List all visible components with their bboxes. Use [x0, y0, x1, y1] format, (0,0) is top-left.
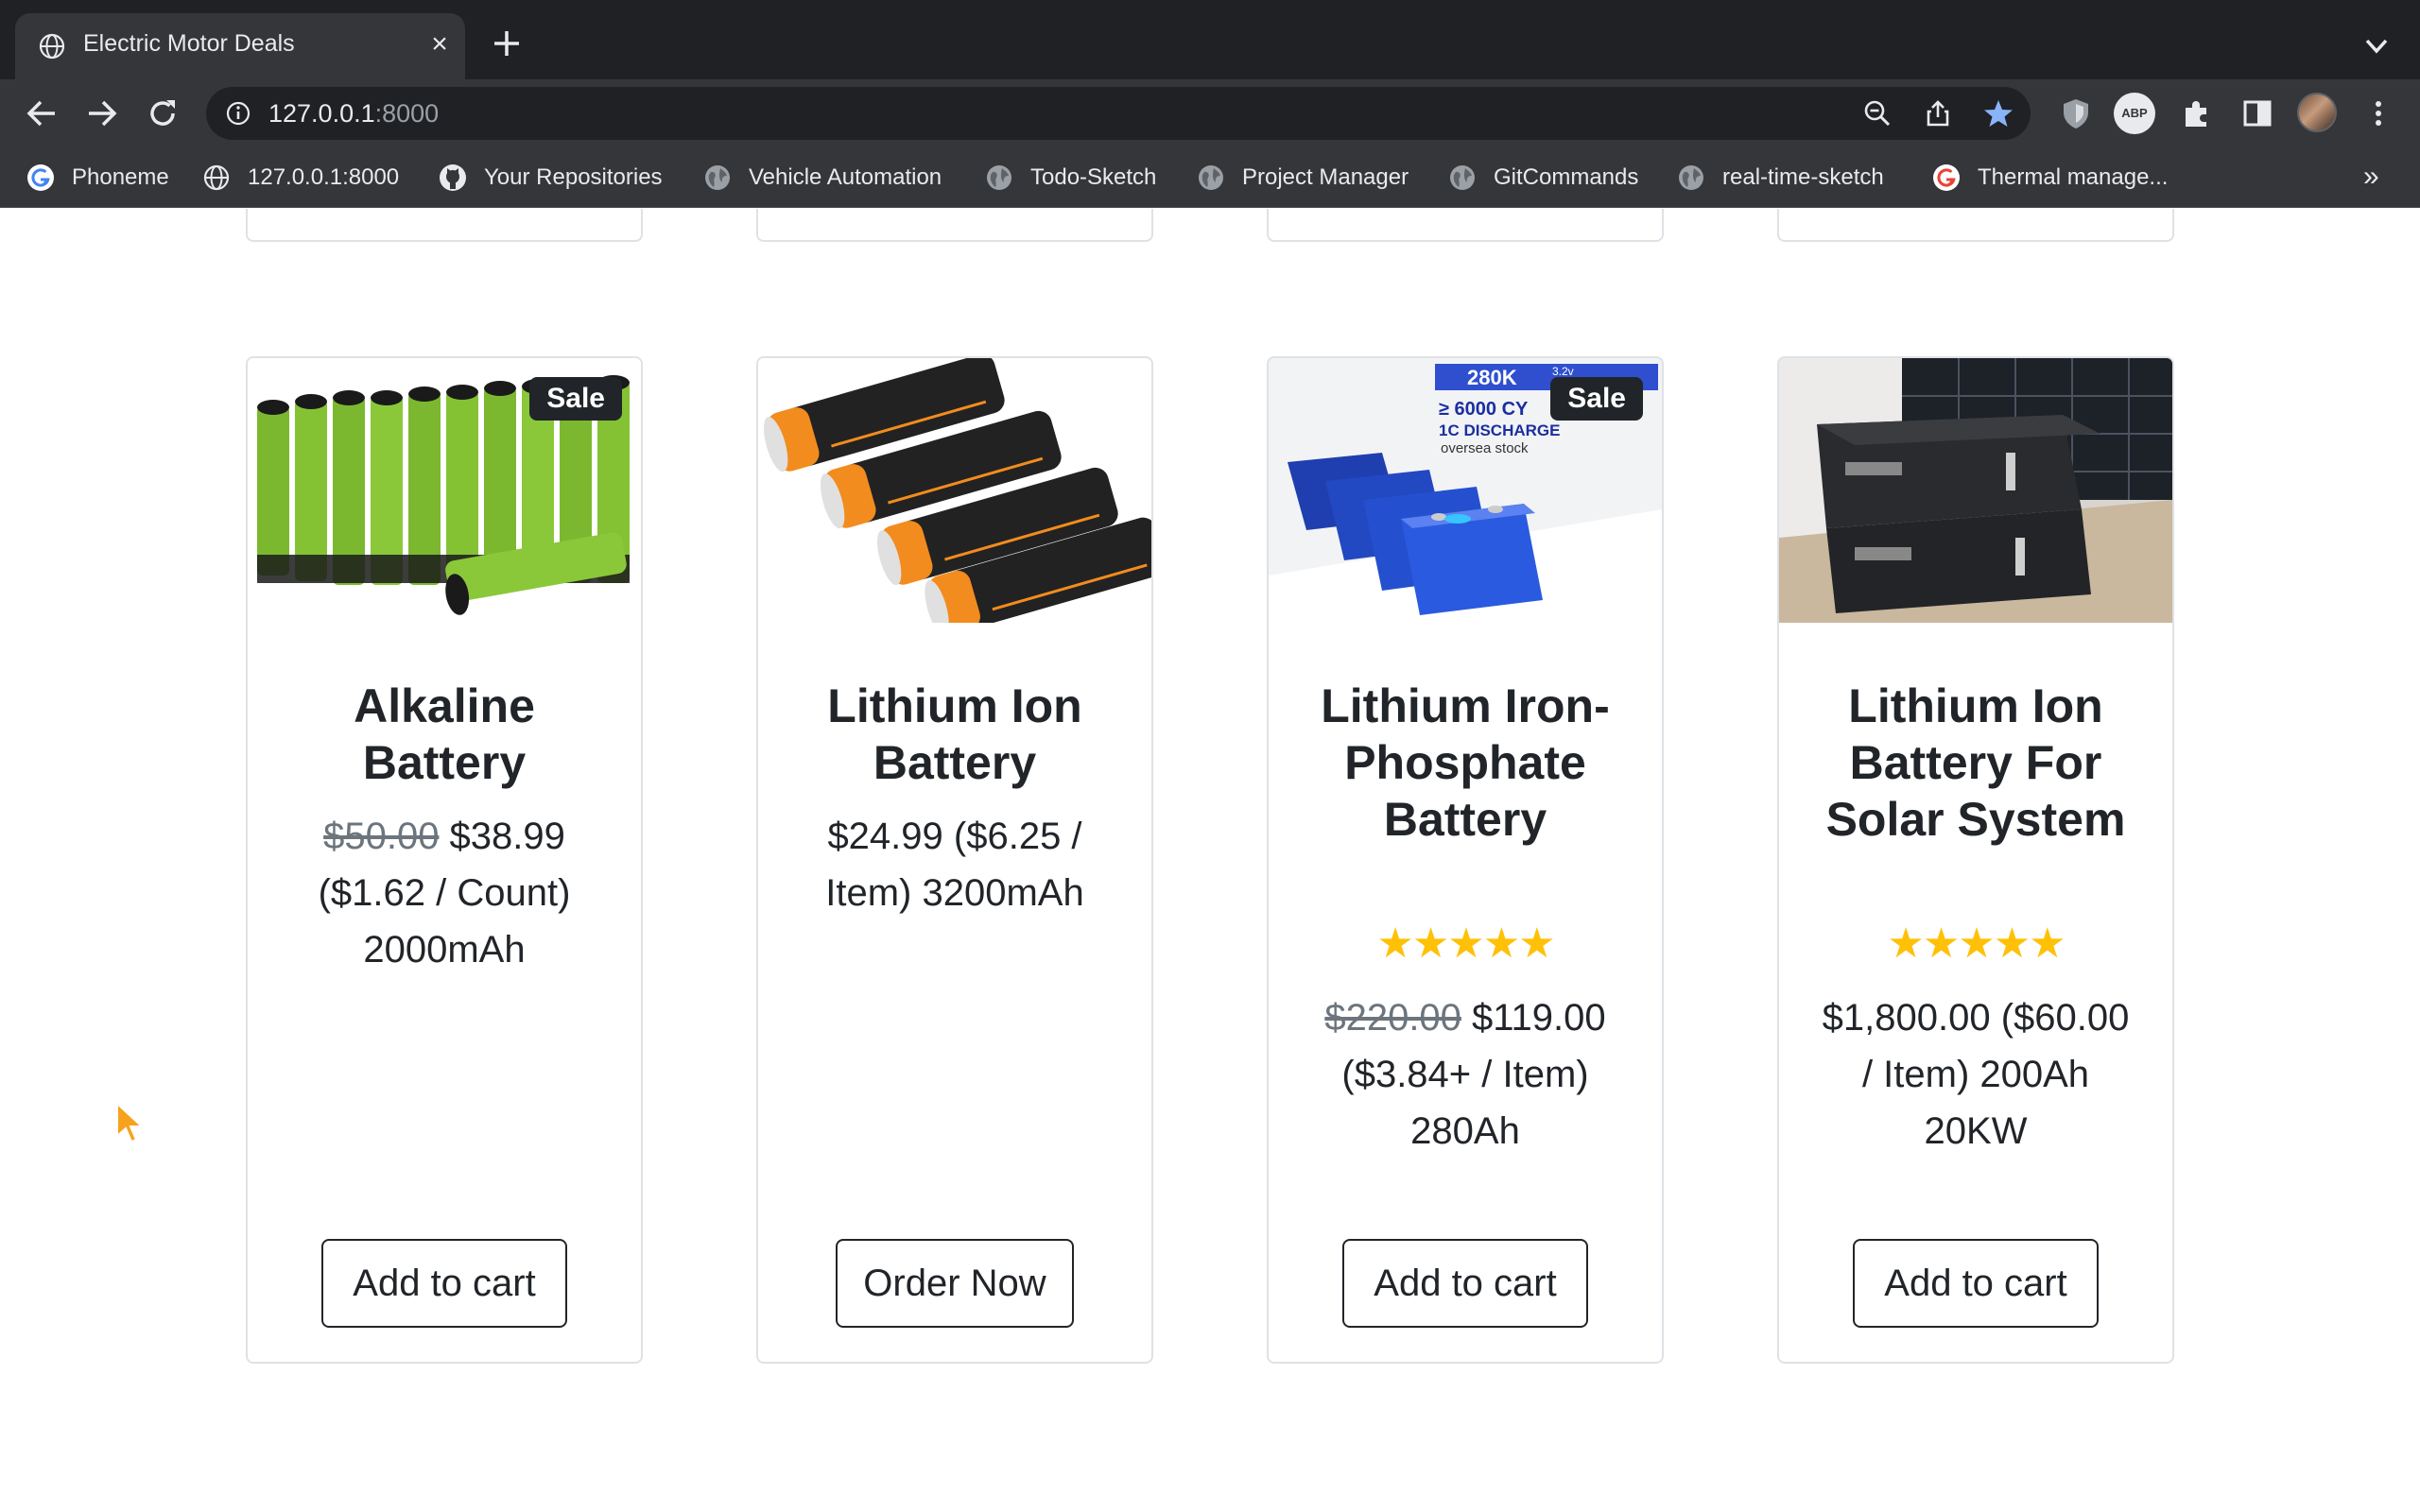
product-card: 280K 3.2v ≥ 6000 CY 1C DISCHARGE oversea… [1267, 356, 1664, 1364]
bookmark-label: 127.0.0.1:8000 [248, 164, 400, 190]
add-to-cart-button[interactable]: Add to cart [1342, 1239, 1588, 1328]
product-image-aa-batteries[interactable]: Sale [248, 358, 641, 623]
image-cycles-text: ≥ 6000 CY [1439, 399, 1529, 420]
globe-dark-icon [705, 165, 730, 190]
product-price: $1,800.00 ($60.00 / Item) 200Ah 20KW [1822, 997, 2130, 1152]
globe-dark-icon [1679, 165, 1703, 190]
side-panel-icon[interactable] [2240, 96, 2274, 130]
add-to-cart-button[interactable]: Add to cart [321, 1239, 567, 1328]
image-banner-text: 280K [1467, 366, 1517, 389]
page-content: Sale Alkaline Battery $50.00 $38.99 ($1.… [0, 209, 2420, 1512]
product-card: Lithium Ion Battery $24.99 ($6.25 / Item… [756, 356, 1153, 1364]
chevron-down-icon[interactable] [2360, 32, 2394, 60]
star-rating: ★★★★★ [1376, 920, 1555, 967]
product-image-cbjj-batteries[interactable] [758, 358, 1151, 623]
browser-toolbar: 127.0.0.1:8000 ABP [0, 79, 2420, 147]
url-host: 127.0.0.1 [268, 99, 375, 128]
bookmark-label: Phoneme [72, 164, 169, 190]
product-image-lifepo4-cells[interactable]: 280K 3.2v ≥ 6000 CY 1C DISCHARGE oversea… [1269, 358, 1662, 623]
product-image-rack-battery[interactable] [1779, 358, 2172, 623]
product-title[interactable]: Lithium Ion Battery For Solar System [1798, 678, 2153, 848]
globe-icon [203, 164, 230, 191]
previous-product-card [1777, 209, 2174, 242]
tab-strip: Electric Motor Deals × [0, 0, 2420, 79]
image-stock-text: oversea stock [1441, 440, 1529, 456]
product-card: Lithium Ion Battery For Solar System ★★★… [1777, 356, 2174, 1364]
google-icon [1933, 164, 1960, 191]
product-title[interactable]: Lithium Iron-Phosphate Battery [1288, 678, 1643, 848]
bookmark-label: Thermal manage... [1978, 164, 2169, 190]
url-text[interactable]: 127.0.0.1:8000 [268, 99, 439, 129]
bookmarks-overflow-icon[interactable]: » [2363, 161, 2379, 193]
globe-dark-icon [1199, 165, 1223, 190]
sale-badge: Sale [529, 377, 622, 421]
bookmark-label: GitCommands [1494, 164, 1639, 190]
tab-title: Electric Motor Deals [83, 30, 295, 57]
new-tab-icon[interactable] [490, 26, 524, 60]
bookmark-label: Vehicle Automation [749, 164, 942, 190]
google-icon [27, 164, 54, 191]
product-price: $220.00 $119.00 ($3.84+ / Item) 280Ah [1306, 989, 1624, 1160]
url-port: :8000 [374, 99, 440, 128]
shield-extension-icon[interactable] [2059, 96, 2093, 130]
tab-close-icon[interactable]: × [425, 30, 454, 59]
original-price: $220.00 [1324, 997, 1461, 1039]
puzzle-extensions-icon[interactable] [2180, 96, 2214, 130]
info-icon[interactable] [225, 100, 251, 127]
github-icon [440, 164, 466, 191]
product-card: Sale Alkaline Battery $50.00 $38.99 ($1.… [246, 356, 643, 1364]
sale-badge: Sale [1550, 377, 1643, 421]
globe-dark-icon [987, 165, 1011, 190]
mouse-cursor-icon [116, 1102, 144, 1143]
order-now-button[interactable]: Order Now [836, 1239, 1074, 1328]
bookmark-label: Your Repositories [484, 164, 663, 190]
address-bar[interactable]: 127.0.0.1:8000 [206, 87, 2031, 140]
browser-tab[interactable]: Electric Motor Deals × [15, 13, 465, 79]
bookmark-label: Project Manager [1242, 164, 1409, 190]
image-discharge-text: 1C DISCHARGE [1439, 421, 1560, 439]
adblock-plus-icon[interactable]: ABP [2114, 93, 2155, 134]
bookmark-label: real-time-sketch [1722, 164, 1884, 190]
product-title[interactable]: Alkaline Battery [267, 678, 622, 791]
add-to-cart-button[interactable]: Add to cart [1853, 1239, 2099, 1328]
star-rating: ★★★★★ [1887, 920, 2066, 967]
previous-product-card [246, 209, 643, 242]
share-icon[interactable] [1923, 98, 1953, 129]
zoom-out-icon[interactable] [1862, 98, 1893, 129]
reload-icon[interactable] [146, 96, 180, 130]
previous-product-card [1267, 209, 1664, 242]
forward-arrow-icon[interactable] [85, 96, 119, 130]
previous-product-card [756, 209, 1153, 242]
globe-icon [39, 33, 65, 60]
image-voltage-text: 3.2v [1552, 365, 1574, 378]
globe-dark-icon [1450, 165, 1475, 190]
profile-avatar[interactable] [2297, 93, 2337, 132]
bookmarks-bar: Phoneme 127.0.0.1:8000 Your Repositories… [0, 147, 2420, 208]
back-arrow-icon[interactable] [25, 96, 59, 130]
original-price: $50.00 [323, 816, 440, 857]
product-price: $50.00 $38.99 ($1.62 / Count) 2000mAh [285, 808, 603, 978]
bookmark-label: Todo-Sketch [1030, 164, 1157, 190]
kebab-menu-icon[interactable] [2361, 96, 2395, 130]
product-title[interactable]: Lithium Ion Battery [777, 678, 1132, 791]
product-price: $24.99 ($6.25 / Item) 3200mAh [825, 816, 1084, 914]
bookmark-star-icon[interactable] [1983, 98, 2014, 129]
